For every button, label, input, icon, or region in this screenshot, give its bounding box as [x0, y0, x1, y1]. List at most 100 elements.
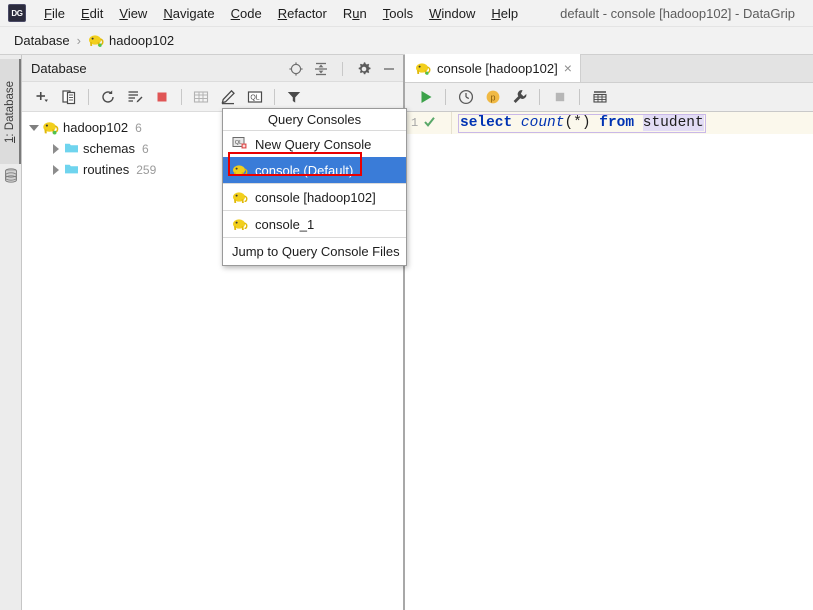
menu-window[interactable]: Window	[421, 3, 483, 24]
collapse-all-icon[interactable]	[313, 61, 329, 77]
menu-run[interactable]: Run	[335, 3, 375, 24]
menu-help[interactable]: Help	[483, 3, 526, 24]
tab-console-hadoop102[interactable]: console [hadoop102] ×	[405, 54, 581, 82]
synchronize-icon[interactable]	[123, 85, 147, 109]
hive-elephant-icon	[232, 162, 248, 178]
menu-item-label: console_1	[255, 216, 315, 232]
chevron-right-icon[interactable]	[48, 162, 64, 178]
menu-edit[interactable]: Edit	[73, 3, 111, 24]
database-cylinder-icon[interactable]	[4, 168, 18, 183]
checkmark-icon	[423, 115, 436, 131]
menu-file[interactable]: File	[36, 3, 73, 24]
new-query-console-icon: QL	[232, 136, 248, 153]
window-title: default - console [hadoop102] - DataGrip	[560, 5, 795, 21]
left-tool-stripe: 1: Database	[0, 55, 22, 610]
tree-node-label: hadoop102	[63, 120, 129, 135]
datagrip-window: DG File Edit View Navigate Code Refactor…	[0, 0, 813, 610]
edit-icon[interactable]	[216, 85, 240, 109]
close-icon[interactable]: ×	[564, 61, 572, 75]
add-icon[interactable]	[30, 85, 54, 109]
filter-icon[interactable]	[282, 85, 306, 109]
query-consoles-popup: Query Consoles QL New Query Console cons…	[222, 108, 407, 266]
folder-icon	[64, 141, 79, 157]
table-icon[interactable]	[189, 85, 213, 109]
sql-token-function: count	[520, 114, 565, 131]
line-number: 1	[411, 116, 419, 130]
chevron-right-icon[interactable]	[48, 141, 64, 157]
menu-refactor[interactable]: Refactor	[270, 3, 335, 24]
toolbar-divider-3	[274, 88, 275, 105]
editor-toolbar-divider-3	[579, 89, 580, 105]
wrench-icon[interactable]	[507, 85, 532, 110]
hive-elephant-icon	[42, 119, 59, 135]
popup-title: Query Consoles	[223, 109, 406, 131]
menu-code[interactable]: Code	[223, 3, 270, 24]
data-output-icon[interactable]	[587, 85, 612, 110]
hive-elephant-icon	[232, 216, 248, 232]
editor-gutter: 1	[405, 112, 452, 134]
database-panel-header: Database	[22, 55, 403, 82]
history-icon[interactable]	[453, 85, 478, 110]
menu-item-console-hadoop102[interactable]: console [hadoop102]	[223, 184, 406, 210]
tool-window-label: 1: Database	[3, 80, 16, 143]
editor-toolbar-divider	[445, 89, 446, 105]
tree-node-label: routines	[83, 162, 130, 177]
hive-elephant-icon	[88, 33, 104, 48]
code-line-1[interactable]: 1 select count(*) from student	[405, 112, 813, 134]
database-panel-header-actions	[288, 55, 397, 82]
menu-item-label: console [hadoop102]	[255, 189, 376, 205]
editor-area: console [hadoop102] × p 1 select count(*…	[405, 54, 813, 610]
menu-tools[interactable]: Tools	[375, 3, 421, 24]
svg-text:QL: QL	[235, 140, 242, 146]
sql-token-keyword-from: from	[599, 114, 635, 131]
page-title: Database	[31, 60, 87, 76]
svg-text:p: p	[490, 92, 495, 102]
breadcrumb: Database › hadoop102	[0, 27, 813, 55]
query-language-icon[interactable]: QL	[243, 85, 267, 109]
duplicate-icon[interactable]	[57, 85, 81, 109]
tree-node-count: 259	[136, 162, 157, 177]
gear-icon[interactable]	[356, 61, 372, 77]
tree-node-label: schemas	[83, 141, 136, 156]
menu-view[interactable]: View	[111, 3, 155, 24]
tree-node-count: 6	[142, 141, 149, 156]
menu-item-console-1[interactable]: console_1	[223, 211, 406, 237]
header-divider	[342, 61, 343, 76]
menu-navigate[interactable]: Navigate	[155, 3, 222, 24]
folder-icon	[64, 162, 79, 178]
editor-toolbar: p	[405, 83, 813, 112]
run-icon[interactable]	[413, 85, 438, 110]
sql-token-punct: (*)	[564, 114, 591, 131]
menu-item-label: Jump to Query Console Files	[232, 244, 400, 259]
stop-icon[interactable]	[547, 85, 572, 110]
svg-text:QL: QL	[250, 94, 259, 101]
breadcrumb-current[interactable]: hadoop102	[109, 33, 174, 48]
sidebar-item-database[interactable]: 1: Database	[0, 59, 21, 164]
menu-item-console-default[interactable]: console (Default)	[223, 157, 406, 183]
menu-item-label: console (Default)	[255, 162, 354, 178]
toolbar-divider	[88, 88, 89, 105]
editor-tabstrip: console [hadoop102] ×	[405, 54, 813, 83]
app-logo-icon: DG	[8, 4, 26, 22]
sql-token-keyword: select	[460, 114, 513, 131]
locate-icon[interactable]	[288, 61, 304, 77]
tree-node-count: 6	[135, 120, 142, 135]
menu-bar: DG File Edit View Navigate Code Refactor…	[0, 0, 813, 27]
chevron-down-icon[interactable]	[26, 120, 42, 136]
sql-token-table: student	[642, 114, 704, 131]
minimize-icon[interactable]	[381, 61, 397, 77]
menu-item-jump-to-query-console-files[interactable]: Jump to Query Console Files	[223, 238, 406, 265]
editor-toolbar-divider-2	[539, 89, 540, 105]
code-editor[interactable]: 1 select count(*) from student	[405, 112, 813, 609]
refresh-icon[interactable]	[96, 85, 120, 109]
tab-label: console [hadoop102]	[437, 60, 558, 76]
stop-icon[interactable]	[150, 85, 174, 109]
sql-statement[interactable]: select count(*) from student	[458, 113, 706, 133]
breadcrumb-separator-icon: ›	[76, 33, 81, 48]
menu-item-new-query-console[interactable]: QL New Query Console	[223, 131, 406, 157]
hive-elephant-icon	[232, 189, 248, 205]
toolbar-divider-2	[181, 88, 182, 105]
hive-elephant-icon	[415, 60, 431, 76]
postgres-schema-icon[interactable]: p	[480, 85, 505, 110]
breadcrumb-root[interactable]: Database	[14, 33, 70, 48]
